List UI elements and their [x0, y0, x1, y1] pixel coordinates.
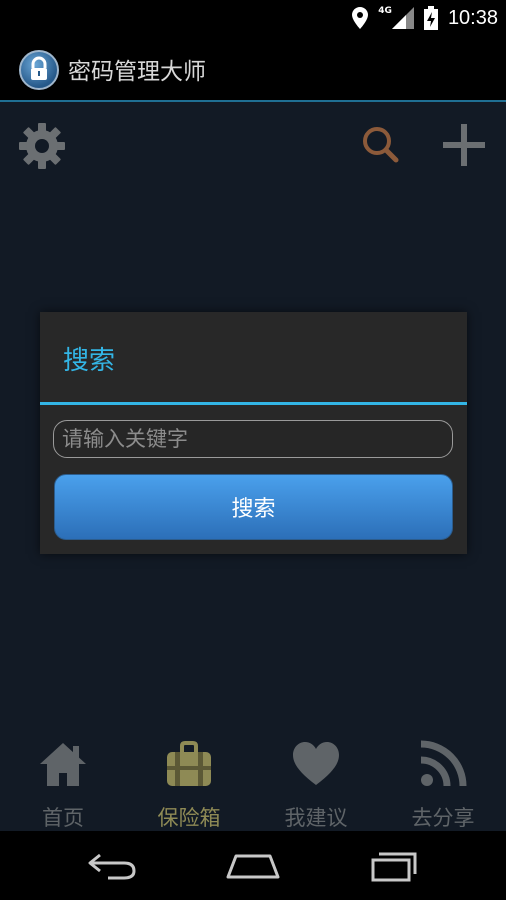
search-icon[interactable]: [360, 124, 400, 164]
app-title: 密码管理大师: [68, 59, 206, 85]
dialog-divider: [40, 402, 467, 405]
tab-label-home: 首页: [42, 806, 84, 830]
tab-label-suggest: 我建议: [284, 806, 348, 830]
search-dialog: 搜索 搜索: [40, 312, 467, 554]
plus-icon[interactable]: [443, 124, 485, 166]
tab-label-share: 去分享: [411, 806, 475, 830]
rss-icon: [420, 740, 467, 787]
safe-icon: [167, 741, 211, 786]
gear-icon[interactable]: [18, 122, 66, 170]
system-nav-bar: [0, 831, 506, 900]
tab-home[interactable]: 首页: [0, 730, 126, 831]
status-icons: 4G 10:38: [352, 0, 498, 36]
bottom-tab-bar: 首页 保险箱 我建议 去分享: [0, 730, 506, 831]
home-icon: [40, 743, 86, 786]
network-type-label: 4G: [378, 6, 392, 16]
home-nav-icon[interactable]: [218, 845, 288, 885]
status-bar: 4G 10:38: [0, 0, 506, 36]
back-icon[interactable]: [78, 845, 148, 885]
heart-icon: [293, 742, 339, 785]
tab-safe[interactable]: 保险箱: [126, 730, 252, 831]
location-icon: [352, 7, 369, 29]
signal-icon: [391, 7, 414, 29]
tab-share[interactable]: 去分享: [380, 730, 506, 831]
keyword-search-input[interactable]: [53, 420, 453, 458]
dialog-title: 搜索: [63, 346, 116, 376]
action-bar: 密码管理大师: [0, 36, 506, 102]
battery-icon: [423, 6, 438, 30]
tab-suggest[interactable]: 我建议: [253, 730, 379, 831]
search-button[interactable]: 搜索: [54, 474, 453, 540]
status-time: 10:38: [447, 6, 498, 29]
recent-apps-icon[interactable]: [360, 845, 430, 885]
tab-label-safe: 保险箱: [157, 806, 221, 830]
app-lock-icon[interactable]: [19, 50, 59, 90]
